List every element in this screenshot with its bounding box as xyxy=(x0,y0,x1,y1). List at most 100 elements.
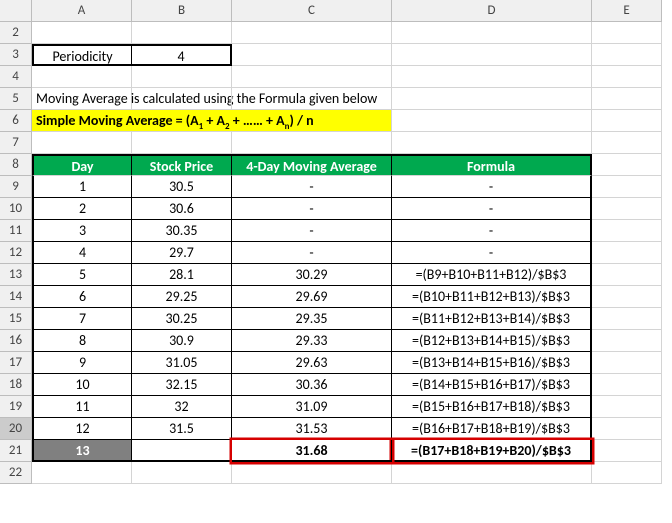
cell[interactable] xyxy=(392,110,592,132)
row-header[interactable]: 20 xyxy=(0,418,32,440)
cell[interactable] xyxy=(132,132,232,154)
cell-price[interactable]: 30.25 xyxy=(132,308,232,330)
row-header[interactable]: 12 xyxy=(0,242,32,264)
row-header[interactable]: 15 xyxy=(0,308,32,330)
cell-day[interactable]: 2 xyxy=(32,198,132,220)
cell[interactable] xyxy=(592,66,662,88)
cell-formula[interactable]: - xyxy=(392,242,592,264)
cell-ma[interactable]: - xyxy=(232,220,392,242)
periodicity-label-cell[interactable]: Periodicity xyxy=(32,44,132,66)
cell[interactable] xyxy=(592,198,662,220)
cell[interactable] xyxy=(232,462,392,484)
row-header[interactable]: 5 xyxy=(0,88,32,110)
cell[interactable] xyxy=(32,462,132,484)
cell[interactable] xyxy=(132,22,232,44)
row-header[interactable]: 14 xyxy=(0,286,32,308)
cell-ma[interactable]: - xyxy=(232,176,392,198)
cell-ma[interactable]: 30.36 xyxy=(232,374,392,396)
sma-formula-cell[interactable]: Simple Moving Average = (A1 + A2 + …… + … xyxy=(32,110,392,132)
cell[interactable] xyxy=(392,132,592,154)
row-header[interactable]: 7 xyxy=(0,132,32,154)
cell-ma[interactable]: 31.09 xyxy=(232,396,392,418)
row-header[interactable]: 13 xyxy=(0,264,32,286)
cell[interactable] xyxy=(392,88,592,110)
cell-formula[interactable]: =(B11+B12+B13+B14)/$B$3 xyxy=(392,308,592,330)
cell-price[interactable]: 30.5 xyxy=(132,176,232,198)
cell[interactable] xyxy=(592,154,662,176)
cell-ma-highlight[interactable]: 31.68 xyxy=(232,440,392,462)
cell-day[interactable]: 3 xyxy=(32,220,132,242)
cell-price[interactable]: 30.6 xyxy=(132,198,232,220)
cell-ma[interactable]: 29.69 xyxy=(232,286,392,308)
cell[interactable] xyxy=(592,308,662,330)
cell-price[interactable]: 31.05 xyxy=(132,352,232,374)
cell[interactable] xyxy=(592,242,662,264)
cell-price[interactable]: 32 xyxy=(132,396,232,418)
cell-formula[interactable]: =(B12+B13+B14+B15)/$B$3 xyxy=(392,330,592,352)
cell[interactable] xyxy=(592,374,662,396)
cell[interactable] xyxy=(592,462,662,484)
cell[interactable] xyxy=(32,66,132,88)
cell-ma[interactable]: 29.63 xyxy=(232,352,392,374)
table-header-formula[interactable]: Formula xyxy=(392,154,592,176)
cell-price[interactable]: 30.9 xyxy=(132,330,232,352)
row-header[interactable]: 4 xyxy=(0,66,32,88)
row-header[interactable]: 8 xyxy=(0,154,32,176)
cell-ma[interactable]: 31.53 xyxy=(232,418,392,440)
intro-text-cell[interactable]: Moving Average is calculated using the F… xyxy=(32,88,132,110)
cell[interactable] xyxy=(592,132,662,154)
cell[interactable] xyxy=(592,44,662,66)
cell[interactable] xyxy=(132,66,232,88)
row-header[interactable]: 6 xyxy=(0,110,32,132)
row-header[interactable]: 18 xyxy=(0,374,32,396)
cell-price[interactable]: 29.7 xyxy=(132,242,232,264)
cell[interactable] xyxy=(592,330,662,352)
cell[interactable] xyxy=(592,396,662,418)
cell-day[interactable]: 1 xyxy=(32,176,132,198)
cell[interactable] xyxy=(32,132,132,154)
cell[interactable] xyxy=(392,462,592,484)
cell-day[interactable]: 5 xyxy=(32,264,132,286)
cell[interactable] xyxy=(592,176,662,198)
col-header-c[interactable]: C xyxy=(232,0,392,22)
cell-ma[interactable]: 29.35 xyxy=(232,308,392,330)
cell-price[interactable]: 29.25 xyxy=(132,286,232,308)
cell-price[interactable]: 32.15 xyxy=(132,374,232,396)
spreadsheet-grid[interactable]: A B C D E 2 3 Periodicity 4 4 5 Moving A… xyxy=(0,0,672,484)
cell-ma[interactable]: - xyxy=(232,242,392,264)
col-header-d[interactable]: D xyxy=(392,0,592,22)
cell-day[interactable]: 12 xyxy=(32,418,132,440)
row-header[interactable]: 11 xyxy=(0,220,32,242)
cell-formula[interactable]: =(B15+B16+B17+B18)/$B$3 xyxy=(392,396,592,418)
cell[interactable] xyxy=(32,22,132,44)
cell-ma[interactable]: 29.33 xyxy=(232,330,392,352)
table-header-price[interactable]: Stock Price xyxy=(132,154,232,176)
row-header[interactable]: 10 xyxy=(0,198,32,220)
row-header[interactable]: 9 xyxy=(0,176,32,198)
row-header[interactable]: 17 xyxy=(0,352,32,374)
cell-day[interactable]: 9 xyxy=(32,352,132,374)
cell-formula[interactable]: =(B16+B17+B18+B19)/$B$3 xyxy=(392,418,592,440)
cell[interactable] xyxy=(132,88,232,110)
cell[interactable] xyxy=(592,286,662,308)
cell[interactable] xyxy=(592,352,662,374)
table-header-ma[interactable]: 4-Day Moving Average xyxy=(232,154,392,176)
cell[interactable] xyxy=(592,440,662,462)
cell-day[interactable]: 10 xyxy=(32,374,132,396)
cell-formula-highlight[interactable]: =(B17+B18+B19+B20)/$B$3 xyxy=(392,440,592,462)
cell-day[interactable]: 7 xyxy=(32,308,132,330)
cell[interactable] xyxy=(232,66,392,88)
row-header[interactable]: 19 xyxy=(0,396,32,418)
cell-formula[interactable]: - xyxy=(392,198,592,220)
col-header-b[interactable]: B xyxy=(132,0,232,22)
select-all-corner[interactable] xyxy=(0,0,32,22)
cell-formula[interactable]: =(B9+B10+B11+B12)/$B$3 xyxy=(392,264,592,286)
cell-formula[interactable]: - xyxy=(392,176,592,198)
cell-formula[interactable]: =(B13+B14+B15+B16)/$B$3 xyxy=(392,352,592,374)
cell[interactable] xyxy=(392,66,592,88)
cell[interactable] xyxy=(232,88,392,110)
cell[interactable] xyxy=(132,462,232,484)
cell[interactable] xyxy=(232,22,392,44)
row-header[interactable]: 21 xyxy=(0,440,32,462)
cell-day[interactable]: 11 xyxy=(32,396,132,418)
